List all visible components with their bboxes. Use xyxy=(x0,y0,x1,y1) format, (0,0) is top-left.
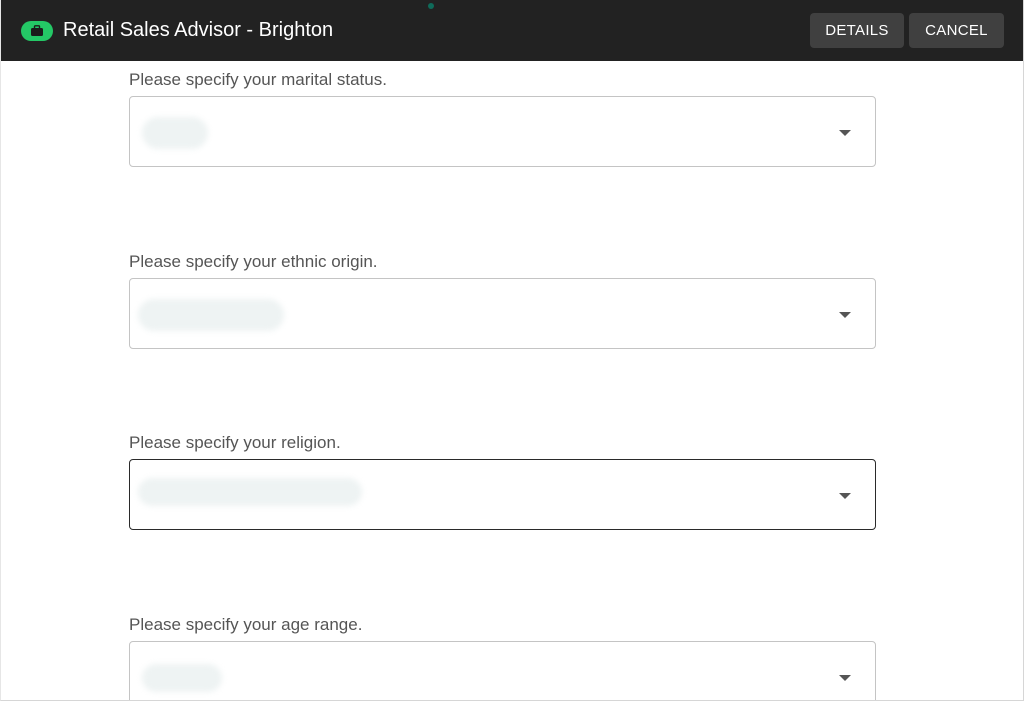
top-bar: Retail Sales Advisor - Brighton DETAILS … xyxy=(1,0,1023,61)
question-ethnic-origin: Please specify your ethnic origin. xyxy=(129,251,877,349)
form-content: Please specify your marital status. Plea… xyxy=(1,61,1023,700)
question-label: Please specify your marital status. xyxy=(129,70,387,89)
marital-status-select[interactable] xyxy=(129,96,876,167)
selected-value-redacted xyxy=(142,117,208,149)
caret-down-icon xyxy=(839,130,851,136)
briefcase-icon xyxy=(21,21,53,41)
status-dot xyxy=(428,3,434,9)
question-religion: Please specify your religion. xyxy=(129,432,877,530)
age-range-select[interactable] xyxy=(129,641,876,700)
selected-value-redacted xyxy=(138,299,284,331)
question-label: Please specify your religion. xyxy=(129,433,341,452)
caret-down-icon xyxy=(839,312,851,318)
page-title: Retail Sales Advisor - Brighton xyxy=(63,19,334,41)
cancel-button[interactable]: CANCEL xyxy=(909,13,1004,48)
question-marital-status: Please specify your marital status. xyxy=(129,69,877,167)
caret-down-icon xyxy=(839,493,851,499)
selected-value-redacted xyxy=(138,478,362,506)
question-label: Please specify your ethnic origin. xyxy=(129,252,378,271)
religion-select[interactable] xyxy=(129,459,876,530)
caret-down-icon xyxy=(839,675,851,681)
application-window: Retail Sales Advisor - Brighton DETAILS … xyxy=(0,0,1024,701)
details-button[interactable]: DETAILS xyxy=(810,13,904,48)
question-label: Please specify your age range. xyxy=(129,615,363,634)
selected-value-redacted xyxy=(142,664,222,692)
ethnic-origin-select[interactable] xyxy=(129,278,876,349)
question-age-range: Please specify your age range. xyxy=(129,614,877,700)
